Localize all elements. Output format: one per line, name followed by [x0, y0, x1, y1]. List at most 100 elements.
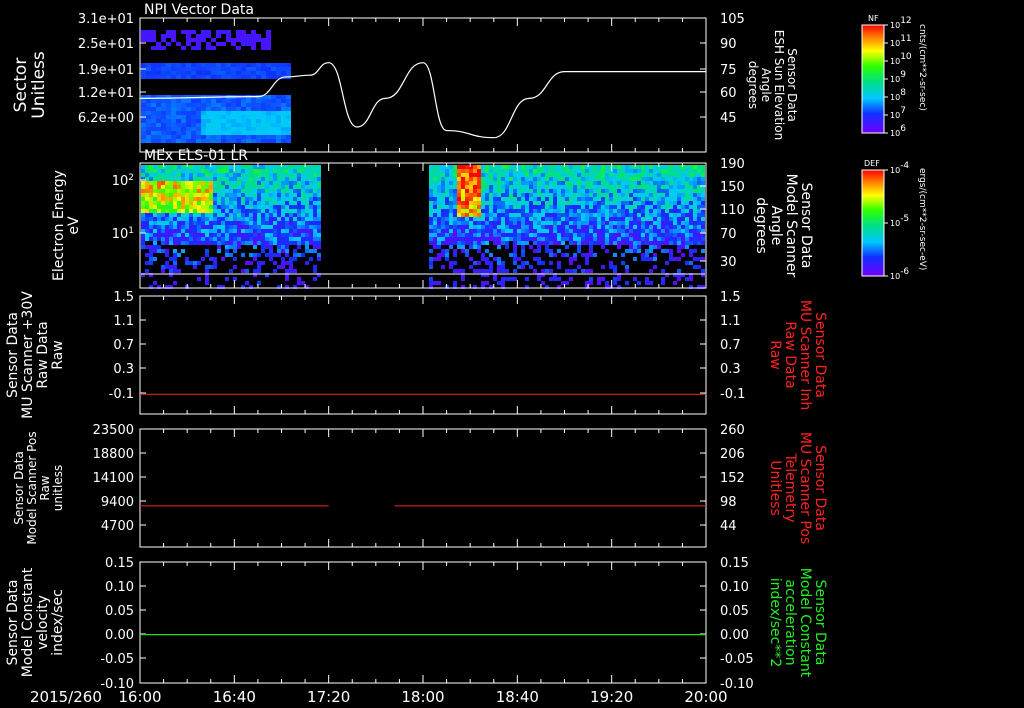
heat-cell — [161, 131, 166, 135]
heat-cell — [217, 205, 221, 209]
heat-cell — [216, 71, 221, 75]
heat-cell — [613, 277, 617, 281]
heat-cell — [677, 205, 681, 209]
heat-cell — [201, 111, 206, 115]
heat-cell — [181, 139, 186, 143]
heat-cell — [241, 123, 246, 127]
heat-cell — [261, 185, 265, 189]
heat-cell — [213, 261, 217, 265]
heat-cell — [217, 229, 221, 233]
heat-cell — [201, 99, 206, 103]
heat-cell — [493, 181, 497, 185]
heat-cell — [265, 241, 269, 245]
heat-cell — [241, 229, 245, 233]
heat-cell — [513, 253, 517, 257]
heat-cell — [173, 173, 177, 177]
heat-cell — [645, 181, 649, 185]
heat-cell — [649, 269, 653, 273]
heat-cell — [513, 229, 517, 233]
heat-cell — [489, 213, 493, 217]
heat-cell — [293, 177, 297, 181]
heat-cell — [501, 225, 505, 229]
heat-cell — [501, 277, 505, 281]
heat-cell — [433, 197, 437, 201]
heat-cell — [553, 217, 557, 221]
heat-cell — [625, 221, 629, 225]
heat-cell — [609, 209, 613, 213]
heat-cell — [693, 241, 697, 245]
colorbar-nf-label: NF — [868, 14, 879, 23]
heat-cell — [501, 221, 505, 225]
heat-cell — [557, 249, 561, 253]
heat-cell — [541, 261, 545, 265]
heat-cell — [177, 229, 181, 233]
heat-cell — [549, 169, 553, 173]
heat-cell — [589, 197, 593, 201]
heat-cell — [246, 139, 251, 143]
heat-cell — [236, 127, 241, 131]
heat-cell — [141, 197, 145, 201]
heat-cell — [449, 237, 453, 241]
heat-cell — [601, 217, 605, 221]
heat-cell — [245, 233, 249, 237]
heat-cell — [481, 181, 485, 185]
heat-cell — [211, 38, 216, 42]
heat-cell — [441, 253, 445, 257]
heat-cell — [693, 181, 697, 185]
heat-cell — [449, 213, 453, 217]
right-tick-label: 0.15 — [720, 556, 749, 571]
heat-cell — [521, 245, 525, 249]
heat-cell — [529, 221, 533, 225]
heat-cell — [489, 189, 493, 193]
heat-cell — [177, 209, 181, 213]
heat-cell — [176, 139, 181, 143]
heat-cell — [673, 193, 677, 197]
heat-cell — [549, 197, 553, 201]
heat-cell — [649, 189, 653, 193]
heat-cell — [633, 189, 637, 193]
heat-cell — [525, 217, 529, 221]
heat-cell — [281, 63, 286, 67]
heat-cell — [197, 241, 201, 245]
heat-cell — [433, 281, 437, 285]
heat-cell — [545, 181, 549, 185]
heat-cell — [153, 241, 157, 245]
heat-cell — [673, 173, 677, 177]
right-axis-label-line: Angle — [768, 206, 784, 246]
heat-cell — [225, 185, 229, 189]
heat-cell — [146, 115, 151, 119]
heat-cell — [297, 225, 301, 229]
heat-cell — [265, 177, 269, 181]
heat-cell — [253, 229, 257, 233]
heat-cell — [141, 38, 146, 42]
heat-cell — [201, 217, 205, 221]
heat-cell — [317, 189, 321, 193]
heat-cell — [165, 205, 169, 209]
heat-cell — [256, 107, 261, 111]
heat-cell — [261, 213, 265, 217]
heat-cell — [261, 71, 266, 75]
heat-cell — [457, 237, 461, 241]
heat-cell — [161, 123, 166, 127]
heat-cell — [577, 173, 581, 177]
heat-cell — [589, 173, 593, 177]
heat-cell — [191, 123, 196, 127]
heat-cell — [266, 131, 271, 135]
heat-cell — [637, 173, 641, 177]
heat-cell — [541, 165, 545, 169]
heat-cell — [236, 34, 241, 38]
heat-cell — [165, 225, 169, 229]
time-tick-label: 18:00 — [401, 688, 444, 706]
heat-cell — [433, 169, 437, 173]
heat-cell — [689, 233, 693, 237]
heat-cell — [177, 237, 181, 241]
heat-cell — [181, 71, 186, 75]
heat-cell — [489, 169, 493, 173]
heat-cell — [677, 197, 681, 201]
heat-cell — [701, 209, 705, 213]
heat-cell — [437, 253, 441, 257]
heat-cell — [226, 115, 231, 119]
heat-cell — [593, 201, 597, 205]
heat-cell — [485, 177, 489, 181]
heat-cell — [521, 241, 525, 245]
